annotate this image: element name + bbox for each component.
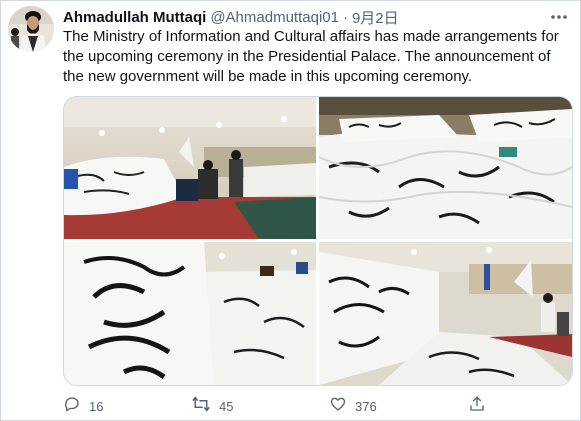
tweet-date[interactable]: 9月2日 (352, 7, 399, 28)
retweet-icon (191, 395, 211, 418)
heart-icon (329, 395, 347, 418)
author-handle[interactable]: @Ahmadmuttaqi01 (210, 9, 339, 26)
media-grid (63, 96, 573, 386)
reply-icon (63, 395, 81, 418)
more-dots-icon[interactable] (548, 7, 570, 27)
reply-count: 16 (89, 398, 104, 414)
tweet-card[interactable]: Ahmadullah Muttaqi @Ahmadmuttaqi01 · 9月2… (0, 0, 581, 421)
tweet-header: Ahmadullah Muttaqi @Ahmadmuttaqi01 · 9月2… (63, 7, 570, 27)
tweet-text: The Ministry of Information and Cultural… (63, 28, 559, 85)
share-button[interactable] (468, 395, 486, 417)
photo-2[interactable] (319, 97, 572, 239)
photo-1[interactable] (64, 97, 316, 239)
reply-button[interactable]: 16 (63, 395, 103, 417)
like-button[interactable]: 376 (329, 395, 377, 417)
share-icon (468, 395, 486, 418)
photo-3[interactable] (64, 242, 316, 385)
separator-dot: · (342, 8, 348, 26)
author-name[interactable]: Ahmadullah Muttaqi (63, 9, 206, 26)
retweet-button[interactable]: 45 (191, 395, 233, 417)
retweet-count: 45 (219, 398, 234, 414)
action-bar: 16 45 376 (63, 395, 503, 417)
avatar[interactable] (8, 6, 54, 52)
photo-4[interactable] (319, 242, 572, 385)
like-count: 376 (355, 398, 377, 414)
